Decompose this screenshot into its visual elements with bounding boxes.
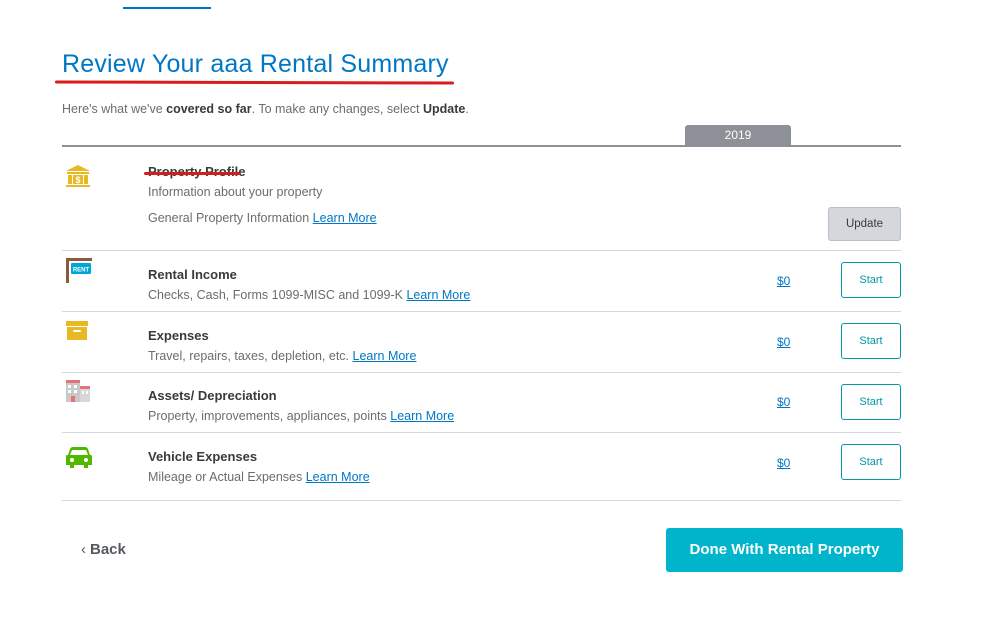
svg-text:$: $ xyxy=(75,175,80,185)
rental-income-title: Rental Income xyxy=(148,267,237,282)
expenses-start-button[interactable]: Start xyxy=(841,323,901,359)
expenses-amount[interactable]: $0 xyxy=(777,335,790,349)
vehicle-expenses-amount[interactable]: $0 xyxy=(777,456,790,470)
property-profile-detail: General Property Information Learn More xyxy=(148,211,377,225)
assets-depreciation-start-button[interactable]: Start xyxy=(841,384,901,420)
vehicle-expenses-title: Vehicle Expenses xyxy=(148,449,258,464)
assets-depreciation-title: Assets/ Depreciation xyxy=(148,388,277,403)
learn-more-link[interactable]: Learn More xyxy=(353,349,417,363)
vehicle-expenses-row: Vehicle Expenses Mileage or Actual Expen… xyxy=(62,433,901,501)
svg-text:RENT: RENT xyxy=(73,268,90,274)
expenses-title: Expenses xyxy=(148,328,209,343)
box-icon xyxy=(64,319,94,345)
rental-income-amount[interactable]: $0 xyxy=(777,274,790,288)
learn-more-link[interactable]: Learn More xyxy=(313,211,377,225)
buildings-icon xyxy=(64,378,94,404)
rental-income-start-button[interactable]: Start xyxy=(841,262,901,298)
title-annotation-underline xyxy=(54,80,455,85)
vehicle-expenses-start-button[interactable]: Start xyxy=(841,444,901,480)
vehicle-expenses-desc: Mileage or Actual Expenses Learn More xyxy=(148,470,370,484)
car-icon xyxy=(64,445,94,471)
update-button[interactable]: Update xyxy=(828,207,901,241)
back-button[interactable]: ‹ Back xyxy=(81,541,126,558)
done-with-rental-property-button[interactable]: Done With Rental Property xyxy=(666,528,903,572)
assets-depreciation-desc: Property, improvements, appliances, poin… xyxy=(148,409,455,423)
chevron-left-icon: ‹ xyxy=(81,541,86,558)
assets-depreciation-row: Assets/ Depreciation Property, improveme… xyxy=(62,373,901,433)
back-label: Back xyxy=(90,541,126,558)
rent-sign-icon: RENT xyxy=(64,256,94,283)
learn-more-link[interactable]: Learn More xyxy=(306,470,370,484)
profile-annotation-underline xyxy=(144,172,240,175)
learn-more-link[interactable]: Learn More xyxy=(406,288,470,302)
top-tab-underline xyxy=(123,0,211,9)
expenses-row: Expenses Travel, repairs, taxes, depleti… xyxy=(62,312,901,373)
expenses-desc: Travel, repairs, taxes, depletion, etc. … xyxy=(148,349,417,363)
rental-income-row: RENT Rental Income Checks, Cash, Forms 1… xyxy=(62,251,901,312)
bank-dollar-icon: $ xyxy=(64,163,94,189)
intro-text: Here's what we've covered so far. To mak… xyxy=(62,102,469,116)
page-title: Review Your aaa Rental Summary xyxy=(62,50,449,78)
property-profile-row: $ Property Profile Information about you… xyxy=(62,147,901,251)
year-tab: 2019 xyxy=(685,125,791,146)
assets-depreciation-amount[interactable]: $0 xyxy=(777,395,790,409)
property-profile-subtitle: Information about your property xyxy=(148,185,323,199)
learn-more-link[interactable]: Learn More xyxy=(390,409,454,423)
rental-income-desc: Checks, Cash, Forms 1099-MISC and 1099-K… xyxy=(148,288,471,302)
